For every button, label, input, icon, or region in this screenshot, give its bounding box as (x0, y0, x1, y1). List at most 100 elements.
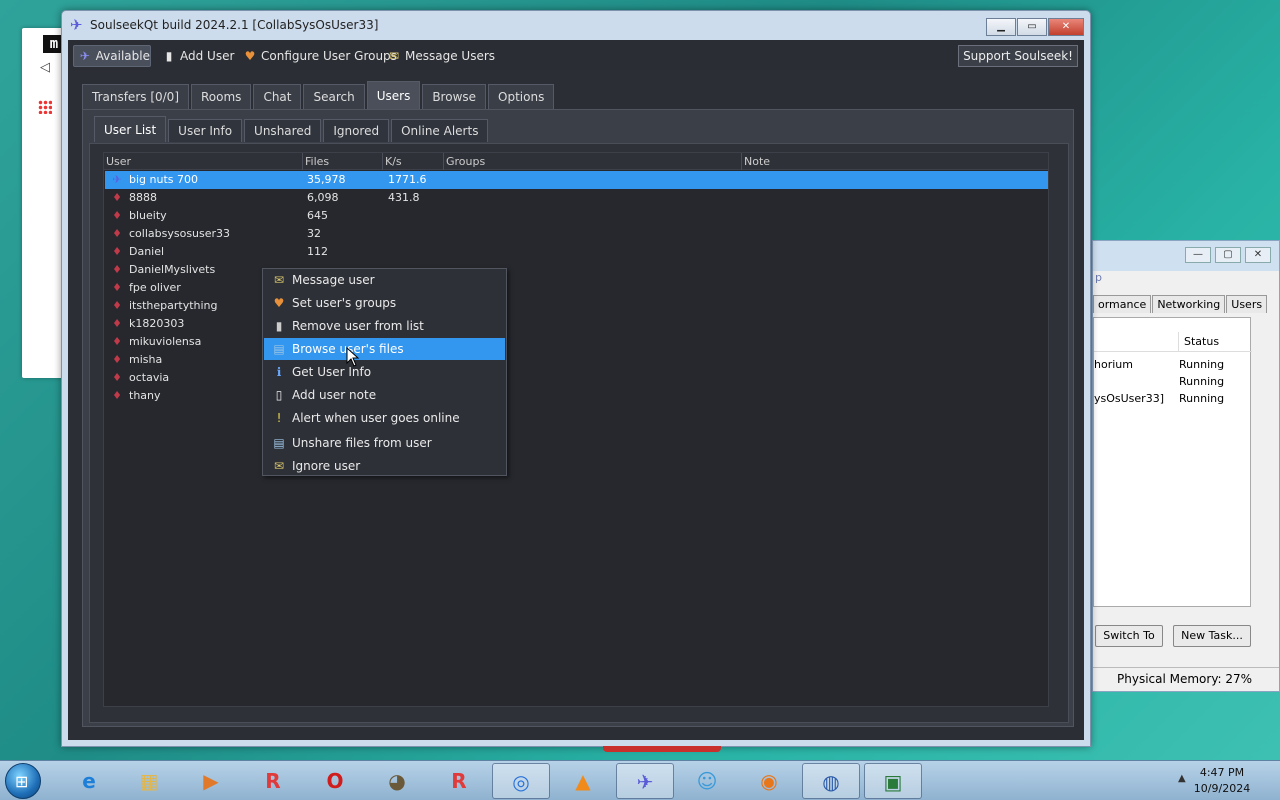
start-button[interactable]: ⊞ (5, 763, 41, 799)
task-status: Running (1179, 358, 1225, 371)
table-row[interactable]: ♦ octavia (105, 369, 1048, 387)
task-row[interactable]: horium Running (1094, 358, 1252, 375)
column-speed[interactable]: K/s (383, 153, 444, 170)
physical-memory-status: Physical Memory: 27% (1093, 667, 1279, 691)
task-name: horium (1094, 358, 1133, 371)
table-row[interactable]: ♦ thany (105, 387, 1048, 405)
task-row[interactable]: ysOsUser33] Running (1094, 392, 1252, 409)
table-row[interactable]: ♦ misha (105, 351, 1048, 369)
new-task-button[interactable]: New Task... (1173, 625, 1251, 647)
tab-rooms[interactable]: Rooms (191, 84, 252, 109)
internet-explorer-icon[interactable]: e (60, 763, 118, 799)
context-menu-label: Unshare files from user (292, 436, 432, 450)
add-user-button[interactable]: ▮ Add User (162, 45, 235, 67)
task-manager-menu[interactable]: p (1093, 271, 1279, 289)
close-icon[interactable]: ✕ (1245, 247, 1271, 263)
minimize-icon[interactable]: — (1185, 247, 1211, 263)
close-button[interactable]: ✕ (1048, 18, 1084, 36)
table-row[interactable]: ♦ 8888 6,098 431.8 (105, 189, 1048, 207)
table-row[interactable]: ♦ Daniel 112 (105, 243, 1048, 261)
media-player-icon[interactable]: ▶ (182, 763, 240, 799)
tab-users[interactable]: Users (366, 81, 421, 109)
tab-user-list[interactable]: User List (94, 116, 167, 142)
table-row[interactable]: ♦ mikuviolensa (105, 333, 1048, 351)
tab-online-alerts[interactable]: Online Alerts (391, 119, 489, 142)
ignore-icon: ✉ (273, 459, 285, 473)
tray-expand-icon[interactable]: ▲ (1178, 773, 1186, 784)
maximize-icon[interactable]: ▢ (1215, 247, 1241, 263)
configure-groups-button[interactable]: ♥ Configure User Groups (243, 45, 397, 67)
roblox-studio-icon[interactable]: R (430, 763, 488, 799)
maximize-button[interactable]: ▭ (1017, 18, 1047, 36)
tab-user-info[interactable]: User Info (168, 119, 243, 142)
message-icon: ✉ (273, 273, 285, 287)
table-row[interactable]: ♦ fpe oliver (105, 279, 1048, 297)
tab-networking[interactable]: Networking (1152, 295, 1226, 313)
clock[interactable]: 4:47 PM 10/9/2024 (1192, 765, 1252, 797)
minimize-button[interactable]: ▁ (986, 18, 1016, 36)
table-row[interactable]: ♦ blueity 645 (105, 207, 1048, 225)
user-status-icon: ✈ (112, 173, 122, 186)
user-status-icon: ♦ (112, 281, 122, 294)
table-row[interactable]: ♦ itsthepartything (105, 297, 1048, 315)
tab-performance[interactable]: ormance (1093, 295, 1152, 313)
user-status-icon: ♦ (112, 191, 122, 204)
status-column-header[interactable]: Status (1178, 332, 1250, 352)
tab-users[interactable]: Users (1226, 295, 1268, 313)
switch-to-button[interactable]: Switch To (1095, 625, 1163, 647)
opera-icon[interactable]: O (306, 763, 364, 799)
task-manager-body: ormance Networking Users Status horium R… (1093, 289, 1279, 691)
user-name-cell: itsthepartything (129, 299, 218, 312)
alert-icon: ! (276, 411, 282, 425)
tab-browse[interactable]: Browse (422, 84, 487, 109)
task-row[interactable]: Running (1094, 375, 1252, 392)
messenger-icon[interactable]: ☺ (678, 763, 736, 799)
tab-chat[interactable]: Chat (253, 84, 302, 109)
context-menu-item[interactable]: ℹ Get User Info (264, 361, 505, 383)
tab-transfers[interactable]: Transfers [0/0] (82, 84, 189, 109)
context-menu-item[interactable]: ▮ Remove user from list (264, 315, 505, 337)
tab-ignored[interactable]: Ignored (323, 119, 390, 142)
column-files[interactable]: Files (303, 153, 383, 170)
table-row[interactable]: ♦ DanielMyslivets (105, 261, 1048, 279)
task-name: ysOsUser33] (1094, 392, 1164, 405)
speed-cell: 1771.6 (388, 173, 427, 186)
tab-search[interactable]: Search (303, 84, 365, 109)
table-row[interactable]: ✈ big nuts 700 35,978 1771.6 (105, 171, 1048, 189)
task-manager-icon[interactable]: ▣ (864, 763, 922, 799)
network-icon[interactable]: ◍ (802, 763, 860, 799)
user-status-icon: ♦ (112, 353, 122, 366)
column-note[interactable]: Note (742, 153, 1048, 170)
message-users-button[interactable]: ✉ Message Users (387, 45, 495, 67)
context-menu-item[interactable]: ! Alert when user goes online (264, 407, 505, 429)
context-menu-item[interactable]: ▯ Add user note (264, 384, 505, 406)
soulseek-icon[interactable]: ✈ (616, 763, 674, 799)
support-soulseek-button[interactable]: Support Soulseek! (958, 45, 1078, 67)
status-button[interactable]: ✈ Available (73, 45, 151, 67)
sub-tabs: User List User Info Unshared Ignored Onl… (94, 116, 490, 142)
chrome-icon[interactable]: ◎ (492, 763, 550, 799)
table-row[interactable]: ♦ k1820303 (105, 315, 1048, 333)
user-name-cell: Daniel (129, 245, 165, 258)
files-cell: 645 (307, 209, 328, 222)
column-user[interactable]: User (104, 153, 303, 170)
context-menu-item[interactable]: ✉ Ignore user (264, 455, 505, 477)
tab-options[interactable]: Options (488, 84, 555, 109)
context-menu-label: Set user's groups (292, 296, 397, 310)
roblox-icon[interactable]: R (244, 763, 302, 799)
context-menu-item[interactable]: ▤ Browse user's files (264, 338, 505, 360)
table-row[interactable]: ♦ collabsysosuser33 32 (105, 225, 1048, 243)
file-explorer-icon[interactable]: ▦ (120, 763, 178, 799)
tab-unshared[interactable]: Unshared (244, 119, 322, 142)
user-list-table: User Files K/s Groups Note ✈ big nuts 700… (103, 152, 1049, 707)
column-groups[interactable]: Groups (444, 153, 742, 170)
title-bar[interactable]: ✈ SoulseekQt build 2024.2.1 [CollabSysOs… (62, 11, 1090, 39)
vlc-icon[interactable]: ▲ (554, 763, 612, 799)
context-menu-item[interactable]: ▤ Unshare files from user (264, 432, 505, 454)
task-manager-header: Status (1094, 332, 1252, 352)
firefox-icon[interactable]: ◉ (740, 763, 798, 799)
context-menu-item[interactable]: ♥ Set user's groups (264, 292, 505, 314)
context-menu-item[interactable]: ✉ Message user (264, 269, 505, 291)
gimp-icon[interactable]: ◕ (368, 763, 426, 799)
groups-icon: ♥ (244, 49, 256, 63)
